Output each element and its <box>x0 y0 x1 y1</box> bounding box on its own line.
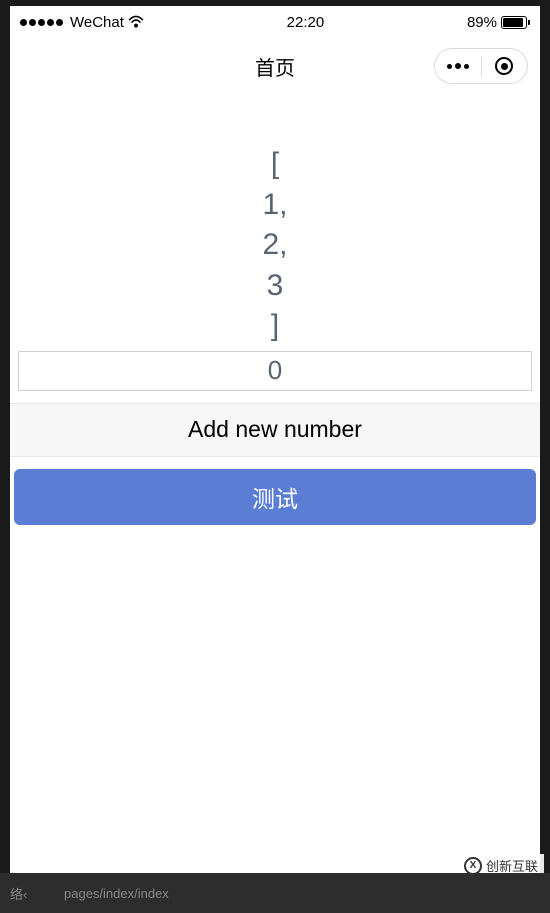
test-button[interactable]: 测试 <box>14 469 536 525</box>
miniprogram-capsule <box>434 48 528 84</box>
devtools-bottom-bar: 络‹ pages/index/index <box>0 873 550 913</box>
carrier-label: WeChat <box>70 14 124 31</box>
page-title: 首页 <box>255 52 295 81</box>
array-line: ] <box>10 306 540 347</box>
devtools-path: pages/index/index <box>64 886 169 901</box>
array-line: 2, <box>10 225 540 266</box>
array-line: [ <box>10 144 540 185</box>
status-bar: WeChat 22:20 89% <box>10 6 540 38</box>
array-line: 1, <box>10 185 540 226</box>
clock: 22:20 <box>287 14 325 31</box>
capsule-menu-button[interactable] <box>435 49 481 83</box>
status-bar-left: WeChat <box>20 14 144 31</box>
battery-icon <box>501 16 530 29</box>
input-value: 0 <box>268 355 282 386</box>
device-frame: WeChat 22:20 89% 首页 <box>10 6 540 873</box>
test-button-label: 测试 <box>252 480 298 514</box>
devtools-left: 络‹ <box>10 884 27 903</box>
content-area: [ 1, 2, 3 ] 0 Add new number 测试 <box>10 94 540 873</box>
capsule-close-button[interactable] <box>482 49 528 83</box>
array-display: [ 1, 2, 3 ] <box>10 94 540 347</box>
wifi-icon <box>128 15 144 29</box>
battery-percentage: 89% <box>467 14 497 31</box>
status-bar-right: 89% <box>467 14 530 31</box>
array-line: 3 <box>10 266 540 307</box>
signal-strength-icon <box>20 19 63 26</box>
more-icon <box>447 63 469 69</box>
number-input[interactable]: 0 <box>18 351 532 391</box>
navigation-bar: 首页 <box>10 38 540 94</box>
add-button-label: Add new number <box>188 416 362 443</box>
add-number-button[interactable]: Add new number <box>10 403 540 457</box>
target-icon <box>495 57 513 75</box>
watermark-logo-icon: X <box>464 857 482 875</box>
